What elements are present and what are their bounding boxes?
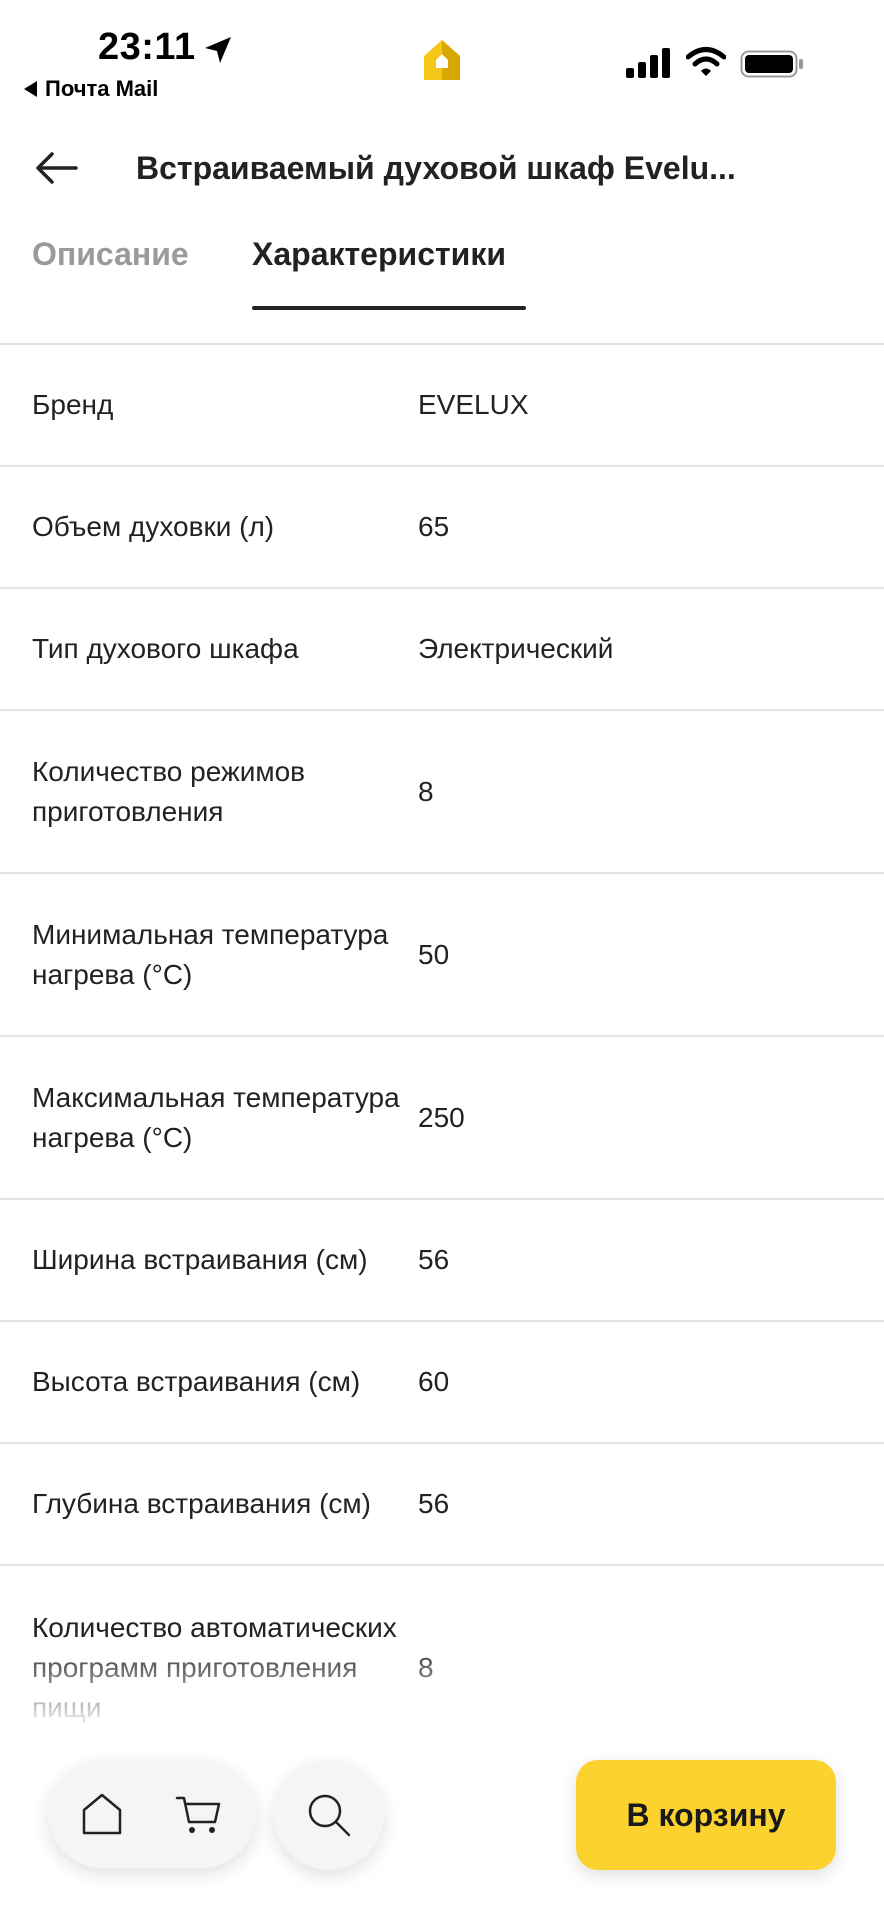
spec-row-depth: Глубина встраивания (см) 56 <box>0 1444 884 1566</box>
spec-label: Объем духовки (л) <box>32 511 275 542</box>
spec-row-height: Высота встраивания (см) 60 <box>0 1322 884 1444</box>
spec-label: Высота встраивания (см) <box>32 1366 361 1397</box>
spec-row-brand: Бренд EVELUX <box>0 345 884 467</box>
battery-icon <box>740 50 803 78</box>
spec-value: EVELUX <box>418 389 529 420</box>
home-icon[interactable] <box>78 1790 126 1838</box>
specs-table: Бренд EVELUX Объем духовки (л) 65 Тип ду… <box>0 343 884 1771</box>
status-bar: 23:11 Почта Mail <box>0 0 884 110</box>
spec-value: 56 <box>418 1244 450 1275</box>
spec-row-volume: Объем духовки (л) 65 <box>0 467 884 589</box>
page-title: Встраиваемый духовой шкаф Evelu... <box>136 150 736 186</box>
spec-label: Глубина встраивания (см) <box>32 1488 371 1519</box>
signal-icon <box>626 48 670 78</box>
spec-row-modes: Количество режимов приготовления 8 <box>0 711 884 874</box>
product-specs-screen: 23:11 Почта Mail Встраиваемый духовой шк… <box>0 0 884 1920</box>
active-tab-indicator <box>252 306 526 310</box>
spec-value: 50 <box>418 938 450 970</box>
tab-specifications[interactable]: Характеристики <box>252 236 506 273</box>
search-icon <box>308 1794 351 1837</box>
spec-row-max-temp: Максимальная температура нагрева (°C) 25… <box>0 1037 884 1200</box>
spec-label: Тип духового шкафа <box>32 633 299 664</box>
spec-value: 250 <box>418 1101 465 1133</box>
spec-value: 60 <box>418 1366 450 1397</box>
wifi-icon <box>686 47 726 76</box>
spec-label: Количество режимов приготовления <box>32 755 306 827</box>
location-arrow-icon <box>205 37 231 63</box>
page-header: Встраиваемый духовой шкаф Evelu... <box>0 128 884 208</box>
spec-value: 65 <box>418 511 450 542</box>
bottom-nav-pill <box>48 1760 256 1868</box>
cart-icon[interactable] <box>174 1790 224 1838</box>
app-logo-icon <box>424 40 460 80</box>
spec-value: Электрический <box>418 633 614 664</box>
spec-row-type: Тип духового шкафа Электрический <box>0 589 884 711</box>
tab-description[interactable]: Описание <box>32 236 189 273</box>
spec-row-width: Ширина встраивания (см) 56 <box>0 1200 884 1322</box>
back-triangle-icon <box>24 81 37 97</box>
spec-value: 56 <box>418 1488 450 1519</box>
spec-label: Ширина встраивания (см) <box>32 1244 368 1275</box>
add-to-cart-button[interactable]: В корзину <box>576 1760 836 1870</box>
status-time: 23:11 <box>98 26 196 68</box>
back-app-label: Почта Mail <box>45 76 159 101</box>
spec-value: 8 <box>418 775 434 807</box>
spec-label: Бренд <box>32 389 114 420</box>
spec-row-min-temp: Минимальная температура нагрева (°C) 50 <box>0 874 884 1037</box>
spec-label: Минимальная температура нагрева (°C) <box>32 918 389 990</box>
back-arrow-icon[interactable] <box>32 146 80 190</box>
tab-bar: Описание Характеристики <box>0 228 884 312</box>
back-to-app-link[interactable]: Почта Mail <box>24 76 158 102</box>
spec-label: Максимальная температура нагрева (°C) <box>32 1081 400 1153</box>
search-button[interactable] <box>274 1760 384 1870</box>
